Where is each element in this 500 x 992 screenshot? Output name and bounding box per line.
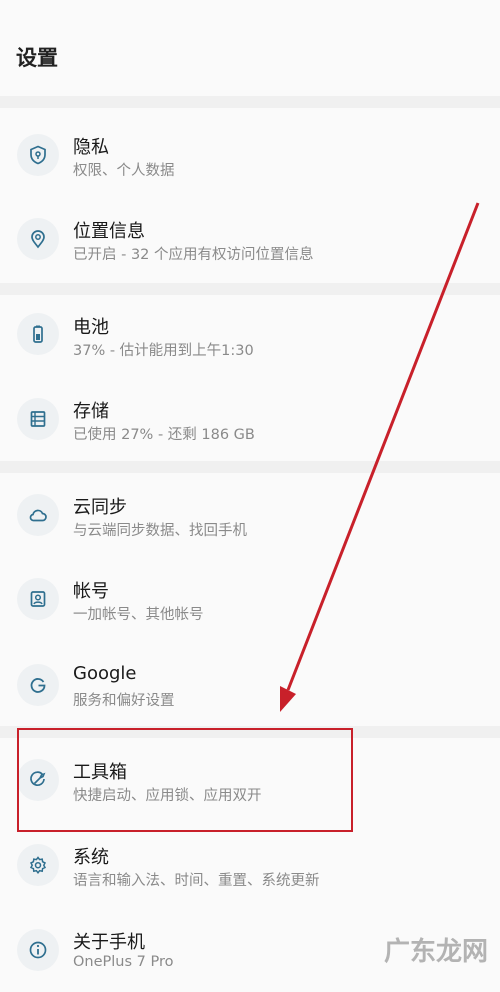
item-subtitle: OnePlus 7 Pro [73,954,174,970]
item-subtitle: 一加帐号、其他帐号 [73,607,204,623]
cloud-icon [17,494,59,536]
settings-item-battery[interactable]: 电池 37% - 估计能用到上午1:30 [0,293,500,377]
battery-icon [17,313,59,355]
item-label: 位置信息 [73,221,145,242]
settings-item-accounts[interactable]: 帐号 一加帐号、其他帐号 [0,557,500,641]
shield-icon [17,134,59,176]
settings-item-cloud-sync[interactable]: 云同步 与云端同步数据、找回手机 [0,473,500,557]
account-icon [17,578,59,620]
item-subtitle: 服务和偏好设置 [73,693,175,709]
item-label: 云同步 [73,497,127,518]
item-subtitle: 已开启 - 32 个应用有权访问位置信息 [73,247,314,263]
settings-page: 设置 隐私 权限、个人数据 位置信息 已开启 - 32 个应用有权访问位置信息 … [0,0,500,976]
annotation-highlight-box [17,728,353,832]
item-label: 系统 [73,847,109,868]
item-label: 关于手机 [73,932,145,953]
item-label: 电池 [73,317,109,338]
section-divider [0,461,500,473]
item-label: 存储 [73,401,109,422]
item-subtitle: 37% - 估计能用到上午1:30 [73,343,254,359]
settings-item-storage[interactable]: 存储 已使用 27% - 还剩 186 GB [0,377,500,461]
item-label: 帐号 [73,581,109,602]
watermark-logo: 广东龙网 [383,937,488,967]
info-icon [17,929,59,971]
settings-item-location[interactable]: 位置信息 已开启 - 32 个应用有权访问位置信息 [0,197,500,281]
item-label: Google [73,663,137,684]
settings-item-system[interactable]: 系统 语言和输入法、时间、重置、系统更新 [0,823,500,907]
item-subtitle: 权限、个人数据 [73,163,175,179]
item-subtitle: 已使用 27% - 还剩 186 GB [73,427,255,443]
item-subtitle: 语言和输入法、时间、重置、系统更新 [73,873,320,889]
google-icon [17,664,59,706]
location-pin-icon [17,218,59,260]
storage-icon [17,398,59,440]
settings-item-privacy[interactable]: 隐私 权限、个人数据 [0,113,500,197]
settings-item-google[interactable]: Google 服务和偏好设置 [0,643,500,727]
gear-icon [17,844,59,886]
item-subtitle: 与云端同步数据、找回手机 [73,523,247,539]
item-label: 隐私 [73,137,109,158]
page-title: 设置 [16,46,58,70]
section-divider [0,96,500,108]
